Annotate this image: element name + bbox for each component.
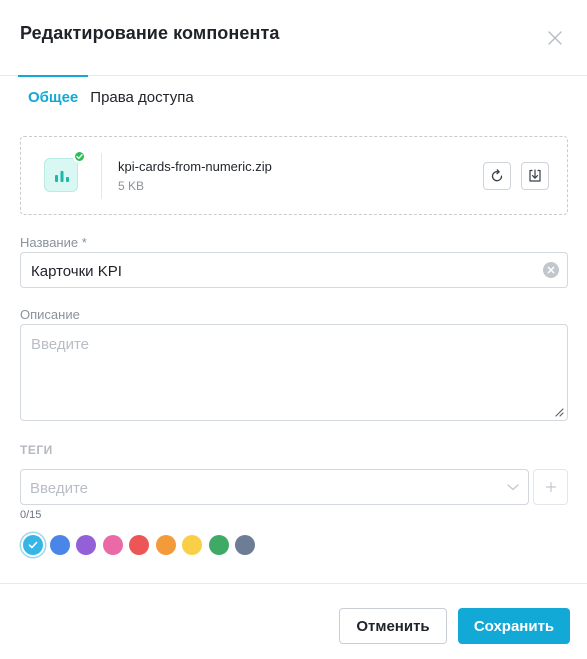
file-name: kpi-cards-from-numeric.zip [118, 159, 272, 174]
color-swatch-purple[interactable] [76, 535, 96, 555]
description-textarea[interactable]: Введите [20, 324, 568, 421]
tags-label: ТЕГИ [20, 443, 53, 457]
plus-icon [545, 481, 556, 493]
name-field-label: Название * [20, 235, 87, 250]
color-swatch-blue[interactable] [49, 535, 70, 555]
close-button[interactable] [543, 26, 567, 50]
color-swatch-orange[interactable] [155, 535, 176, 555]
resize-handle-icon[interactable] [554, 407, 564, 417]
replace-file-button[interactable] [483, 162, 511, 190]
tags-select[interactable]: Введите [20, 469, 529, 505]
color-swatch-yellow[interactable] [182, 535, 202, 555]
color-swatch-light-blue[interactable] [23, 535, 43, 555]
download-icon [529, 169, 541, 182]
color-swatch-red[interactable] [129, 535, 149, 555]
tag-color-palette [23, 535, 255, 555]
close-icon [548, 31, 562, 45]
color-swatch-green[interactable] [208, 535, 229, 555]
file-divider [101, 153, 102, 199]
uploaded-file-card: kpi-cards-from-numeric.zip 5 KB [20, 136, 568, 215]
name-input-value: Карточки KPI [31, 263, 122, 280]
edit-component-dialog: Редактирование компонента Общее Права до… [0, 0, 587, 659]
dialog-footer: Отменить Сохранить [0, 583, 587, 659]
upload-success-check-icon [73, 150, 86, 163]
color-swatch-pink[interactable] [102, 535, 123, 555]
dialog-title: Редактирование компонента [20, 23, 280, 43]
clear-input-button[interactable] [543, 262, 559, 278]
tab-general[interactable]: Общее [18, 75, 89, 110]
tab-bar: Общее Права доступа [18, 75, 204, 110]
refresh-icon [491, 169, 503, 182]
bar-chart-icon [44, 158, 78, 192]
download-file-button[interactable] [521, 162, 549, 190]
add-tag-button[interactable] [533, 469, 568, 505]
save-button[interactable]: Сохранить [458, 608, 570, 644]
tags-placeholder: Введите [30, 480, 88, 497]
tags-counter: 0/15 [20, 509, 42, 521]
dialog-header: Редактирование компонента [0, 0, 587, 76]
chevron-down-icon [507, 484, 519, 491]
tab-access-rights[interactable]: Права доступа [88, 76, 203, 110]
color-swatch-slate[interactable] [235, 535, 255, 555]
file-size: 5 KB [118, 179, 145, 193]
description-placeholder: Введите [31, 336, 89, 353]
cancel-button[interactable]: Отменить [339, 608, 447, 644]
clear-icon [547, 266, 555, 274]
name-input[interactable]: Карточки KPI [20, 252, 568, 288]
checkmark-icon [28, 541, 38, 549]
description-field-label: Описание [20, 307, 80, 322]
